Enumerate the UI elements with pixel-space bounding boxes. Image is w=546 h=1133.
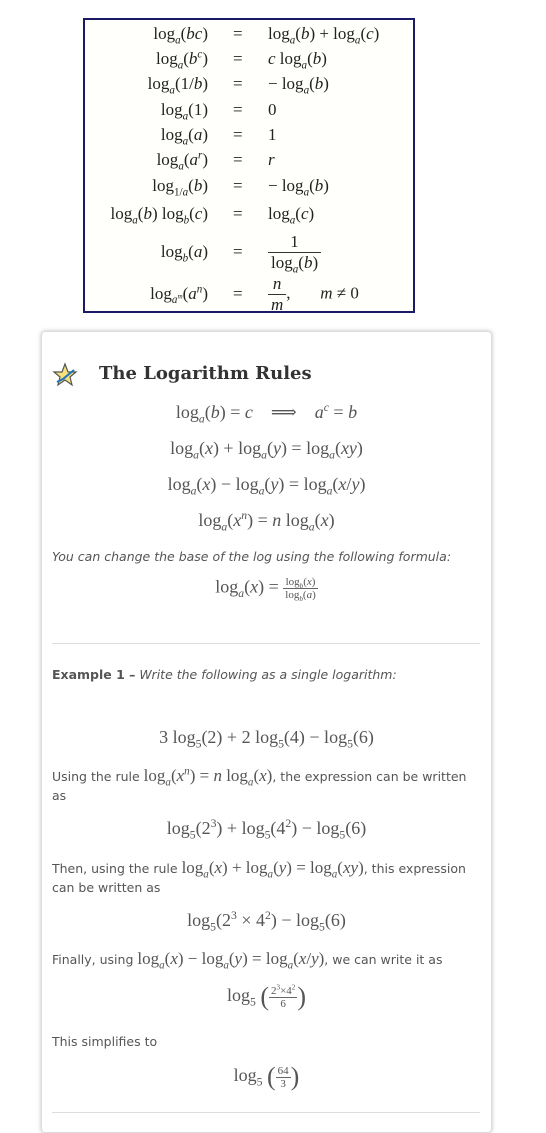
card-header: The Logarithm Rules [52,360,472,390]
example-expression: 3 log5(2) + 2 log5(4) − log5(6) [159,727,374,751]
step1-text: Using the rule loga(xn) = n loga(x), the… [52,765,467,803]
example-heading: Example 1 – Write the following as a sin… [52,667,397,682]
step4-result: log5 (64 3) [233,1062,300,1091]
card-title: The Logarithm Rules [99,363,312,384]
step2-result: log5(23 × 42) − log5(6) [187,909,346,934]
identity-row: loga(bc) = loga(b) + loga(c) [153,24,380,47]
identity-row: loga(bc) = c loga(b) [155,48,327,72]
rule-quotient: loga(x) − loga(y) = loga(x/y) [167,474,366,498]
log-identities-image: loga(bc) = loga(b) + loga(c) loga(bc) = c … [83,18,415,314]
identity-row: logb(a) = 1 loga(b) [85,232,413,276]
identity-row: loga(a) = 1 [160,125,277,148]
step3-result: log5 (23×42 6) [226,982,307,1011]
rule-definition: loga(b) = c ⟹ ac = b [175,401,358,426]
step2-text: Then, using the rule loga(x) + loga(y) =… [52,858,466,895]
rule-power: loga(xn) = n loga(x) [198,509,335,534]
star-check-icon [52,362,78,388]
divider [52,643,480,644]
divider [52,1112,480,1113]
step4-text: This simplifies to [52,1034,158,1049]
change-base-text: You can change the base of the log using… [52,549,452,564]
identity-row: log1/a(b) = − loga(b) [152,176,329,199]
rule-product: loga(x) + loga(y) = loga(xy) [170,438,363,462]
step1-result: log5(23) + log5(42) − log5(6) [166,817,367,842]
change-base-formula: loga(x) = logb(x) logb(a) [215,576,318,604]
logarithm-rules-card: The Logarithm Rules loga(b) = c ⟹ ac = b… [41,331,492,1133]
identity-row: logam(an) = nm, m ≠ 0 [150,274,359,314]
step3-text: Finally, using loga(x) − loga(y) = loga(… [52,949,443,972]
identity-row: loga(1/b) = − loga(b) [147,74,329,97]
identity-row: loga(ar) = r [156,149,275,173]
identity-row: loga(b) logb(c) = loga(c) [110,204,315,227]
identity-row: loga(1) = 0 [160,100,277,123]
